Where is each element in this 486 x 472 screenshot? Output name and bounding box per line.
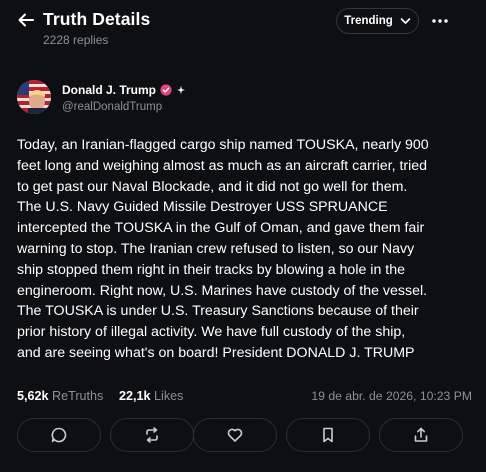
post-timestamp: 19 de abr. de 2026, 10:23 PM <box>311 389 472 403</box>
author-handle[interactable]: @realDonaldTrump <box>62 101 162 113</box>
more-options-button[interactable] <box>429 11 451 31</box>
sparkle-icon <box>176 85 186 95</box>
retruths-stat[interactable]: 5,62k ReTruths <box>17 389 103 403</box>
chevron-down-icon <box>400 17 411 25</box>
reply-count: 2228 replies <box>43 33 109 47</box>
avatar[interactable] <box>17 80 51 114</box>
retruth-button[interactable] <box>110 418 194 452</box>
page-header: Truth Details 2228 replies Trending <box>0 0 486 56</box>
sort-dropdown-button[interactable]: Trending <box>336 8 419 34</box>
share-icon <box>412 426 430 444</box>
author-name-row[interactable]: Donald J. Trump <box>62 83 186 97</box>
retruths-label: ReTruths <box>52 389 104 403</box>
likes-count: 22,1k <box>119 389 151 403</box>
share-button[interactable] <box>379 418 463 452</box>
retruths-count: 5,62k <box>17 389 49 403</box>
like-button[interactable] <box>193 418 277 452</box>
likes-stat[interactable]: 22,1k Likes <box>119 389 183 403</box>
truth-details-page: Truth Details 2228 replies Trending Dona… <box>0 0 486 472</box>
repost-icon <box>143 426 161 444</box>
reply-button[interactable] <box>17 418 101 452</box>
author-name: Donald J. Trump <box>62 83 157 97</box>
more-horizontal-icon <box>432 19 448 23</box>
arrow-left-icon <box>17 12 35 28</box>
post-body: Today, an Iranian-flagged cargo ship nam… <box>17 137 429 361</box>
verified-badge-icon <box>160 84 172 96</box>
post-stats: 5,62k ReTruths 22,1k Likes 19 de abr. de… <box>17 389 472 407</box>
sort-dropdown-label: Trending <box>344 15 393 27</box>
comment-icon <box>50 426 68 444</box>
page-title: Truth Details <box>43 9 151 29</box>
bookmark-icon <box>319 426 337 444</box>
action-bar <box>17 418 473 454</box>
bookmark-button[interactable] <box>286 418 370 452</box>
likes-label: Likes <box>154 389 184 403</box>
heart-icon <box>226 426 244 444</box>
back-button[interactable] <box>14 9 38 31</box>
